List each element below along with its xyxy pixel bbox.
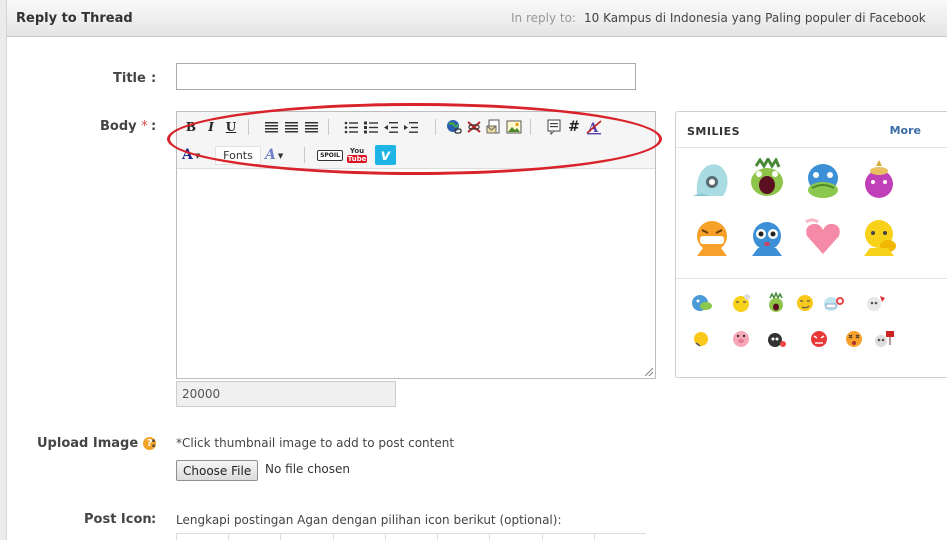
divider	[676, 147, 947, 148]
upload-image-label-text: Upload Image	[37, 436, 139, 451]
resize-handle[interactable]	[645, 368, 653, 376]
body-colon: :	[151, 119, 157, 134]
required-marker: *	[141, 119, 148, 134]
fonts-dropdown[interactable]: Fonts	[215, 146, 261, 165]
smiley-purple-onion-icon[interactable]	[858, 158, 900, 200]
smiley-small-mask-icon[interactable]	[823, 292, 845, 314]
choose-file-button[interactable]: Choose File	[176, 460, 259, 481]
align-center-icon[interactable]	[282, 118, 300, 136]
youtube-top-label: You	[349, 147, 365, 155]
font-size-button[interactable]: A ▼	[265, 146, 293, 164]
spoiler-label: SPOIL	[317, 149, 343, 161]
smiley-small-bomb-icon[interactable]	[765, 328, 787, 350]
toolbar-separator	[328, 119, 329, 135]
smiley-small-pig-icon[interactable]	[730, 328, 752, 350]
post-icon-colon: :	[151, 512, 157, 527]
insert-image-icon[interactable]	[505, 118, 523, 136]
upload-image-label: Upload Image?	[37, 436, 157, 451]
title-label: Title	[113, 71, 146, 86]
chevron-down-icon: ▼	[277, 150, 284, 160]
body-textarea[interactable]	[177, 170, 655, 378]
hash-button[interactable]: #	[565, 118, 583, 136]
numbered-list-icon[interactable]	[362, 118, 380, 136]
post-icon-cell[interactable]	[593, 534, 646, 540]
smiley-yellow-think-icon[interactable]	[858, 216, 900, 258]
post-icon-cell[interactable]	[176, 534, 228, 540]
toolbar-separator	[435, 119, 436, 135]
title-colon: :	[151, 71, 157, 86]
smiley-small-smirk-icon[interactable]	[794, 292, 816, 314]
smilies-more-link[interactable]: More	[890, 124, 921, 137]
font-color-glyph: A	[182, 147, 193, 163]
post-icon-label: Post Icon	[84, 512, 152, 527]
remove-link-icon[interactable]	[465, 118, 483, 136]
thread-title-link[interactable]: 10 Kampus di Indonesia yang Paling popul…	[584, 11, 926, 25]
post-icon-cell[interactable]	[332, 534, 385, 540]
outdent-icon[interactable]	[382, 118, 400, 136]
underline-button[interactable]: U	[222, 118, 240, 136]
smiley-small-sleepy-icon[interactable]	[730, 292, 752, 314]
smilies-panel: SMILIES More	[675, 111, 947, 378]
body-editor: B I U # A ▼ Fonts A ▼ SPOIL You Tube v	[176, 111, 656, 379]
editor-toolbar: B I U # A ▼ Fonts A ▼ SPOIL You Tube v	[177, 112, 655, 169]
smiley-heart-icon[interactable]	[802, 216, 844, 258]
post-icon-grid	[176, 533, 646, 540]
body-label: Body *	[100, 119, 148, 134]
align-left-icon[interactable]	[262, 118, 280, 136]
smiley-small-dizzy-icon[interactable]	[843, 328, 865, 350]
smiley-grin-orange-icon[interactable]	[691, 216, 733, 258]
post-icon-hint: Lengkapi postingan Agan dengan pilihan i…	[176, 513, 562, 527]
smiley-small-sign-icon[interactable]	[873, 328, 895, 350]
page-title: Reply to Thread	[16, 11, 133, 26]
file-status: No file chosen	[265, 462, 351, 476]
panel-header: Reply to Thread In reply to: 10 Kampus d…	[7, 0, 947, 37]
smiley-small-mad-icon[interactable]	[808, 328, 830, 350]
post-icon-cell[interactable]	[228, 534, 280, 540]
youtube-bottom-label: Tube	[346, 155, 368, 163]
bold-button[interactable]: B	[182, 118, 200, 136]
smiley-monster-scream-icon[interactable]	[746, 158, 788, 200]
post-icon-cell[interactable]	[541, 534, 594, 540]
smiley-small-monster-icon[interactable]	[765, 292, 787, 314]
spoiler-button[interactable]: SPOIL	[317, 146, 343, 164]
upload-colon: :	[151, 436, 157, 451]
smiley-small-blue-icon[interactable]	[691, 292, 713, 314]
insert-email-icon[interactable]	[485, 118, 503, 136]
font-color-button[interactable]: A ▼	[182, 146, 210, 164]
smiley-blue-eyes-icon[interactable]	[746, 216, 788, 258]
italic-button[interactable]: I	[202, 118, 220, 136]
align-right-icon[interactable]	[302, 118, 320, 136]
upload-hint: *Click thumbnail image to add to post co…	[176, 436, 455, 450]
smiley-blue-sick-icon[interactable]	[802, 158, 844, 200]
divider	[676, 278, 947, 279]
post-icon-cell[interactable]	[384, 534, 437, 540]
toolbar-separator	[248, 119, 249, 135]
smiley-ghost-icon[interactable]	[691, 158, 733, 200]
chevron-down-icon: ▼	[194, 150, 201, 160]
post-icon-cell[interactable]	[280, 534, 332, 540]
reply-panel: Reply to Thread In reply to: 10 Kampus d…	[6, 0, 947, 540]
font-size-glyph: A	[265, 147, 276, 163]
indent-icon[interactable]	[402, 118, 420, 136]
bullet-list-icon[interactable]	[342, 118, 360, 136]
body-label-text: Body	[100, 119, 137, 134]
post-icon-cell[interactable]	[437, 534, 489, 540]
vimeo-button[interactable]: v	[375, 145, 396, 165]
title-input[interactable]	[176, 63, 636, 90]
in-reply-to-label: In reply to:	[511, 11, 576, 25]
post-icon-cell[interactable]	[489, 534, 541, 540]
smiley-small-angry-mark-icon[interactable]	[865, 292, 887, 314]
quote-icon[interactable]	[545, 118, 563, 136]
smilies-title: SMILIES	[687, 125, 740, 138]
toolbar-separator	[304, 147, 305, 163]
char-counter	[176, 381, 396, 407]
remove-format-icon[interactable]: A	[585, 118, 603, 136]
smiley-small-yellow-icon[interactable]	[691, 328, 713, 350]
insert-link-icon[interactable]	[445, 118, 463, 136]
toolbar-separator	[530, 119, 531, 135]
youtube-button[interactable]: You Tube	[346, 146, 368, 164]
